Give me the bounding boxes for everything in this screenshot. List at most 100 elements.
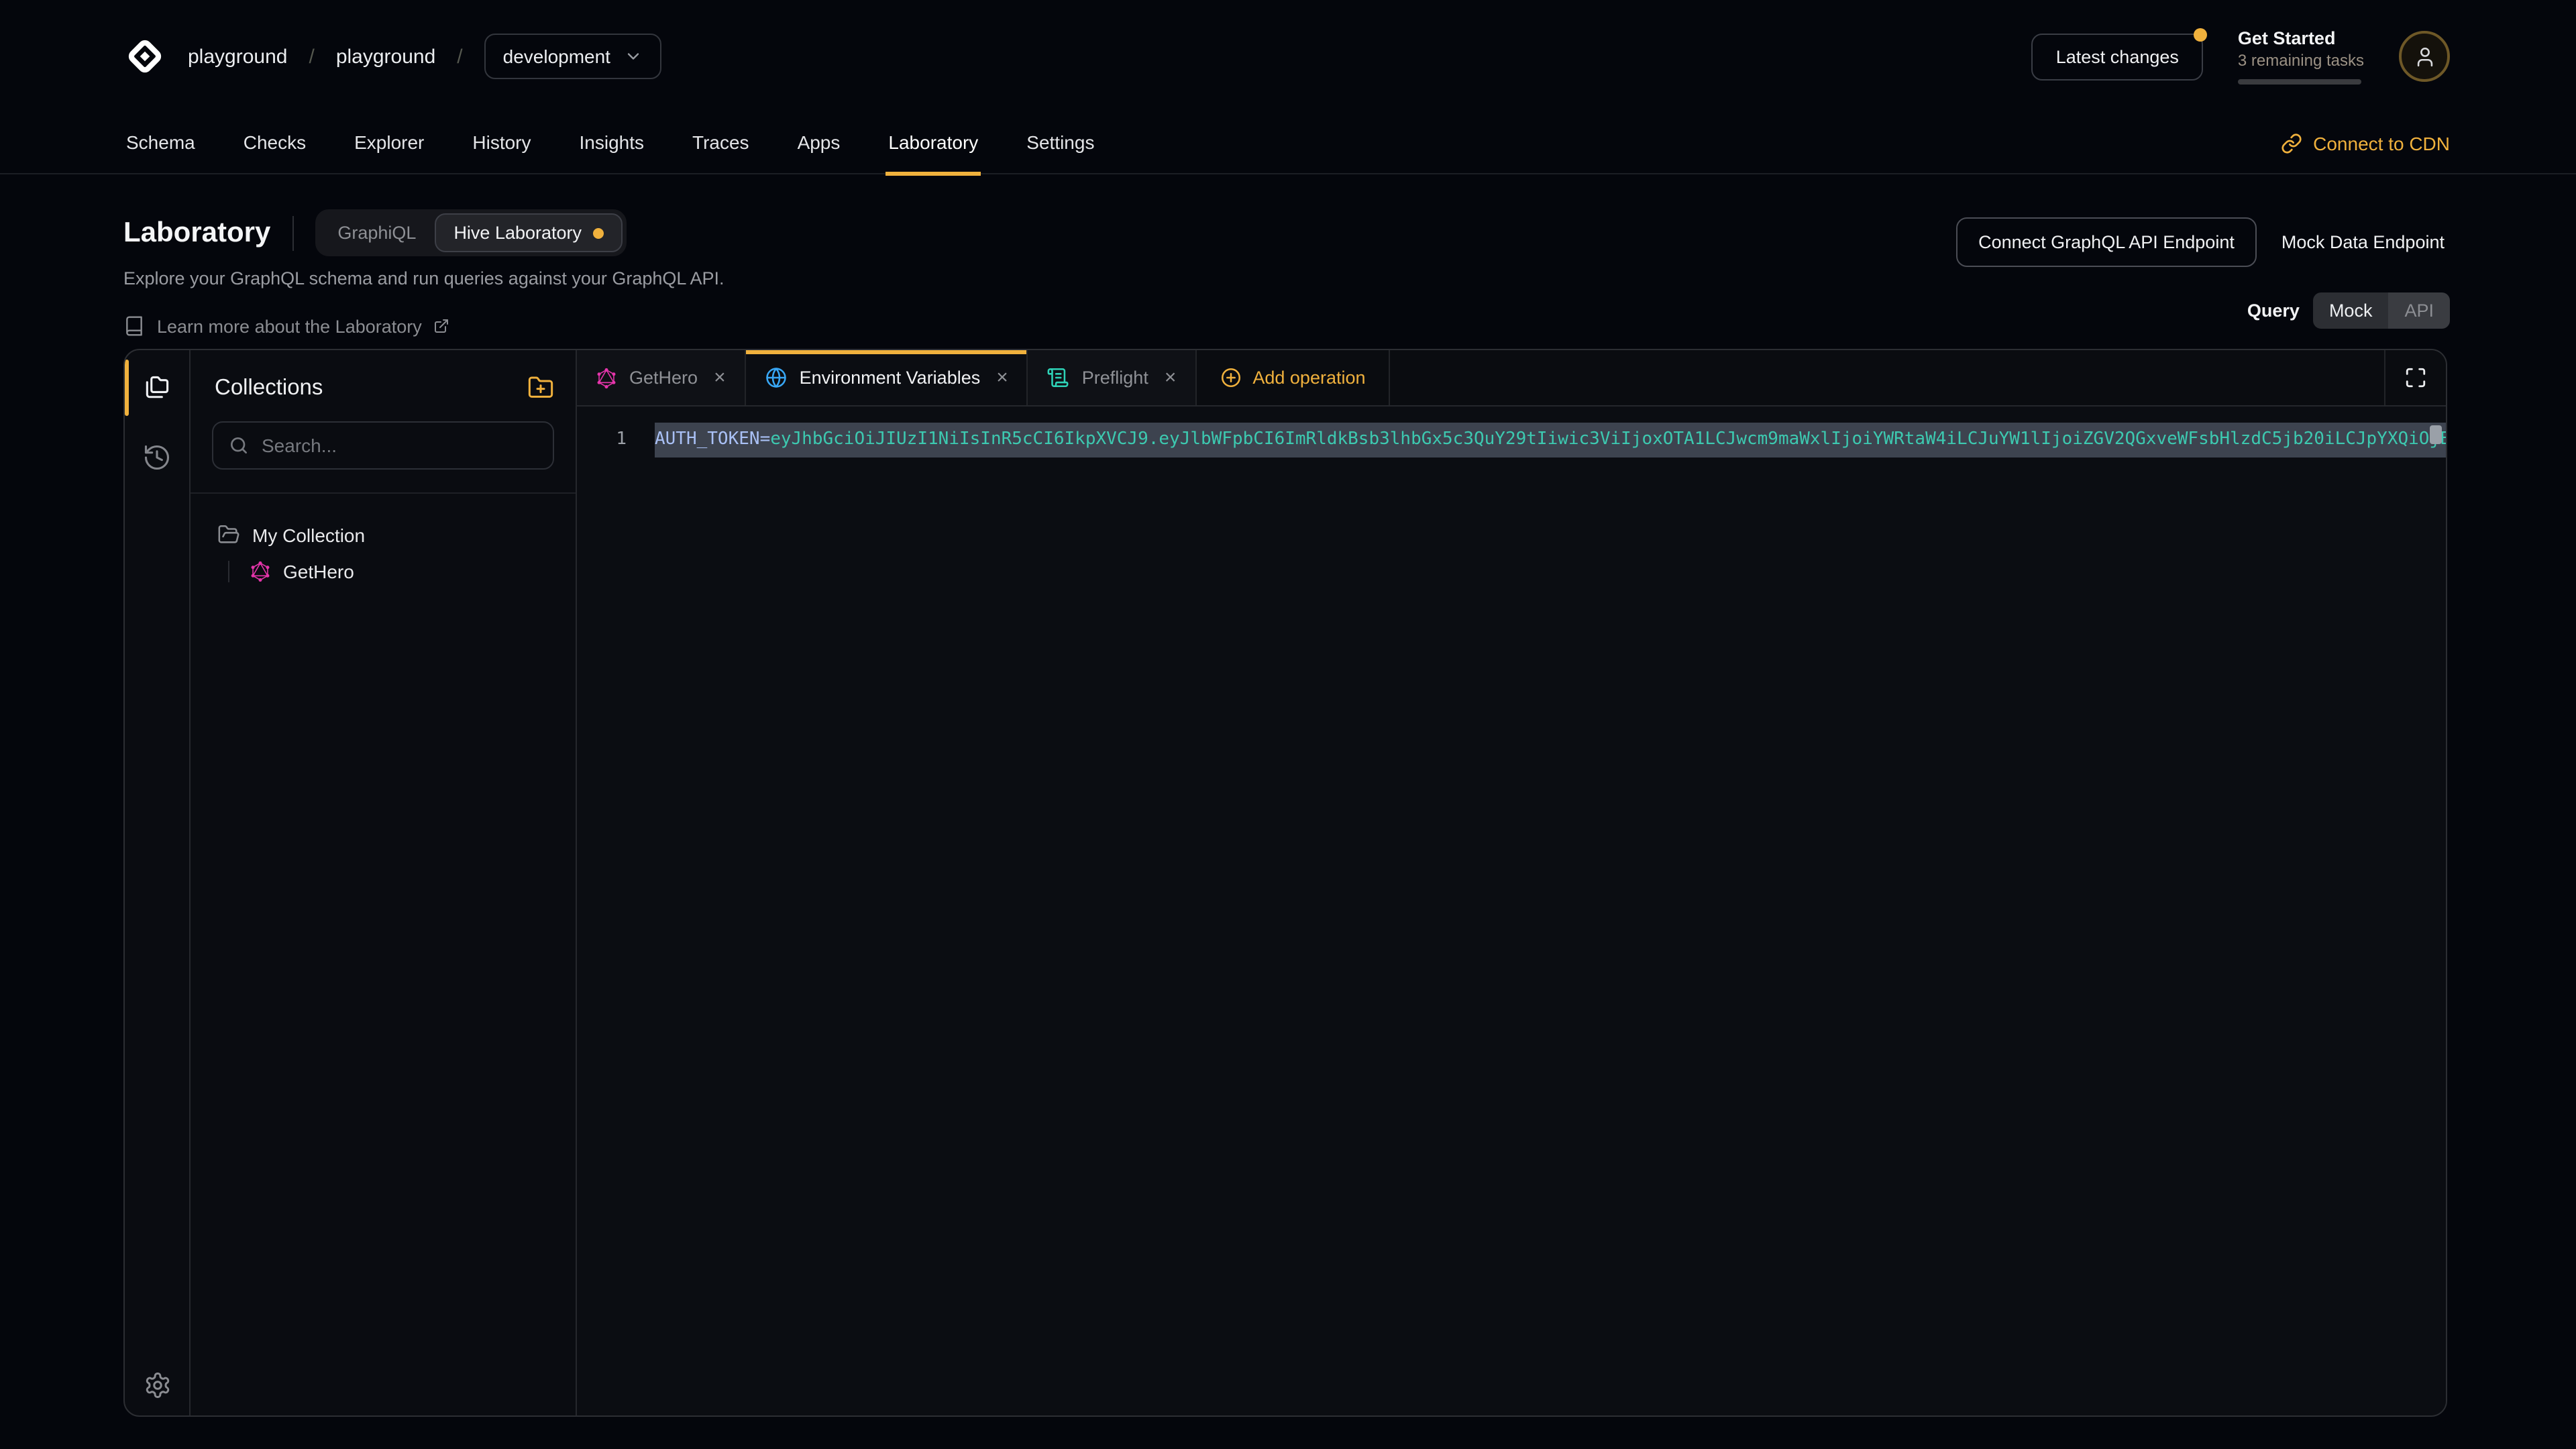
rail-item-history[interactable]: [125, 423, 189, 492]
mode-option-hive-laboratory[interactable]: Hive Laboratory: [435, 213, 622, 252]
chevron-down-icon: [624, 47, 643, 66]
nav-tab-checks[interactable]: Checks: [241, 113, 309, 175]
close-tab-icon[interactable]: ×: [996, 368, 1008, 388]
get-started-subtitle: 3 remaining tasks: [2238, 51, 2364, 70]
breadcrumb: playground / playground / development: [123, 34, 661, 79]
collection-folder-label: My Collection: [252, 524, 365, 545]
external-link-icon: [434, 318, 450, 334]
collection-folder-my-collection[interactable]: My Collection: [217, 523, 554, 546]
plus-circle-icon: [1219, 366, 1242, 389]
nav-tab-insights[interactable]: Insights: [577, 113, 647, 175]
nav-tab-history[interactable]: History: [470, 113, 533, 175]
graphql-icon: [596, 367, 617, 388]
maximize-icon: [2404, 366, 2427, 389]
operation-item-gethero[interactable]: GetHero: [250, 561, 554, 582]
target-selector-dropdown[interactable]: development: [484, 34, 661, 79]
latest-changes-button[interactable]: Latest changes: [2032, 33, 2203, 80]
breadcrumb-project[interactable]: playground: [336, 45, 435, 68]
main-nav: Schema Checks Explorer History Insights …: [0, 113, 2576, 174]
add-operation-button[interactable]: Add operation: [1196, 350, 1389, 405]
breadcrumb-separator: /: [309, 45, 314, 68]
close-tab-icon[interactable]: ×: [714, 368, 726, 388]
environment-variables-editor[interactable]: 1 AUTH_TOKEN=eyJhbGciOiJIUzI1NiIsInR5cCI…: [577, 407, 2446, 1415]
nav-tab-apps[interactable]: Apps: [795, 113, 843, 175]
learn-more-label: Learn more about the Laboratory: [157, 316, 422, 336]
mock-data-endpoint-button[interactable]: Mock Data Endpoint: [2276, 219, 2450, 266]
tab-label: GetHero: [629, 368, 698, 388]
collections-icon: [142, 373, 172, 402]
operation-label: GetHero: [283, 561, 354, 582]
tab-bar-spacer: [1390, 350, 2384, 405]
token-value: eyJhbGciOiJIUzI1NiIsInR5cCI6IkpXVCJ9.eyJ…: [770, 429, 2446, 449]
nav-tab-explorer[interactable]: Explorer: [352, 113, 427, 175]
search-icon: [228, 435, 250, 456]
nav-tab-settings[interactable]: Settings: [1024, 113, 1097, 175]
mode-option-graphiql[interactable]: GraphiQL: [319, 213, 435, 252]
rail-item-collections[interactable]: [125, 353, 189, 423]
workspace: GetHero × Environment Variables × Prefli…: [577, 350, 2446, 1415]
laboratory-panel: Collections My Collection: [123, 349, 2447, 1417]
code-content: AUTH_TOKEN=eyJhbGciOiJIUzI1NiIsInR5cCI6I…: [655, 423, 2446, 458]
add-collection-folder-button[interactable]: [527, 374, 554, 401]
left-icon-rail: [125, 350, 191, 1415]
tab-label: Environment Variables: [800, 368, 981, 388]
user-avatar[interactable]: [2399, 31, 2450, 82]
collections-title: Collections: [215, 375, 323, 400]
breadcrumb-org[interactable]: playground: [188, 45, 287, 68]
laboratory-header: Laboratory GraphiQL Hive Laboratory Expl…: [0, 174, 2576, 337]
globe-icon: [765, 366, 788, 389]
token-variable: AUTH_TOKEN: [655, 429, 760, 449]
mode-active-dot: [592, 227, 603, 238]
top-bar-right: Latest changes Get Started 3 remaining t…: [2032, 28, 2450, 85]
collections-search: [212, 421, 554, 470]
book-icon: [123, 315, 145, 337]
line-number: 1: [577, 423, 655, 458]
search-input[interactable]: [262, 435, 538, 456]
endpoint-switch-label: Query: [2247, 301, 2300, 321]
link-icon: [2281, 132, 2302, 154]
close-tab-icon[interactable]: ×: [1165, 368, 1177, 388]
user-icon: [2413, 45, 2436, 68]
add-operation-label: Add operation: [1252, 368, 1365, 388]
latest-changes-label: Latest changes: [2056, 46, 2179, 66]
endpoint-switch: Query Mock API: [2247, 292, 2450, 329]
mode-option-label: Hive Laboratory: [453, 223, 582, 243]
connect-graphql-api-endpoint-button[interactable]: Connect GraphQL API Endpoint: [1955, 217, 2257, 267]
folder-open-icon: [217, 523, 240, 546]
token-operator: =: [760, 429, 771, 449]
connect-to-cdn-link[interactable]: Connect to CDN: [2281, 132, 2450, 154]
tab-environment-variables[interactable]: Environment Variables ×: [746, 350, 1028, 405]
fullscreen-button[interactable]: [2384, 350, 2446, 405]
lab-header-actions: Connect GraphQL API Endpoint Mock Data E…: [1955, 217, 2450, 329]
divider: [292, 215, 293, 250]
settings-gear-button[interactable]: [143, 1371, 171, 1399]
notification-dot: [2194, 28, 2207, 41]
history-icon: [142, 443, 172, 472]
tab-preflight[interactable]: Preflight ×: [1028, 350, 1197, 405]
code-line-1: 1 AUTH_TOKEN=eyJhbGciOiJIUzI1NiIsInR5cCI…: [577, 423, 2446, 458]
tab-label: Preflight: [1082, 368, 1148, 388]
workspace-tab-bar: GetHero × Environment Variables × Prefli…: [577, 350, 2446, 407]
get-started-progress-track: [2238, 79, 2361, 85]
get-started-widget[interactable]: Get Started 3 remaining tasks: [2238, 28, 2364, 85]
connect-to-cdn-label: Connect to CDN: [2313, 132, 2450, 154]
nav-tab-traces[interactable]: Traces: [690, 113, 752, 175]
hive-app: playground / playground / development La…: [0, 0, 2576, 1449]
lab-mode-toggle: GraphiQL Hive Laboratory: [315, 209, 626, 256]
script-icon: [1047, 366, 1070, 389]
collections-tree: My Collection GetHero: [191, 494, 576, 582]
editor-scrollbar-thumb[interactable]: [2430, 425, 2442, 444]
top-bar: playground / playground / development La…: [0, 0, 2576, 113]
endpoint-option-mock[interactable]: Mock: [2313, 292, 2389, 329]
breadcrumb-separator: /: [457, 45, 462, 68]
graphql-icon: [250, 561, 271, 582]
hive-logo-icon[interactable]: [123, 35, 166, 78]
page-title: Laboratory: [123, 217, 270, 249]
get-started-title: Get Started: [2238, 28, 2364, 48]
target-selector-value: development: [503, 46, 610, 67]
gear-icon: [143, 1371, 171, 1399]
endpoint-option-api[interactable]: API: [2388, 292, 2450, 329]
nav-tab-schema[interactable]: Schema: [123, 113, 198, 175]
nav-tab-laboratory[interactable]: Laboratory: [885, 113, 981, 175]
tab-gethero[interactable]: GetHero ×: [577, 350, 746, 405]
